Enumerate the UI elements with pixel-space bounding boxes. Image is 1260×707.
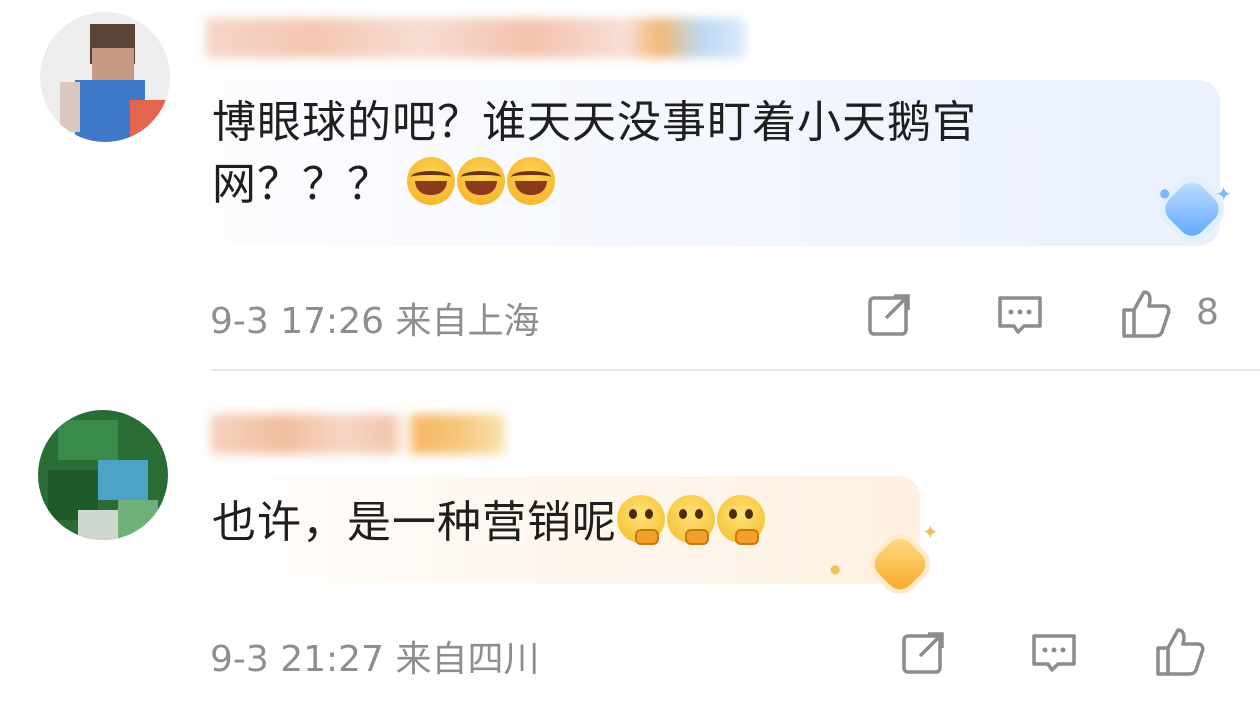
timestamp: 9-3 21:27 <box>210 639 384 680</box>
like-icon[interactable] <box>1152 624 1208 680</box>
comment-body: 也许，是一种营销呢 <box>212 497 617 548</box>
timestamp: 9-3 17:26 <box>210 301 384 342</box>
sparkle-icon: ✦ <box>922 520 939 544</box>
like-icon[interactable] <box>1118 286 1174 342</box>
comment-meta: 9-3 17:26 来自上海 <box>210 292 539 344</box>
sparkle-icon: ✦ <box>1215 182 1232 206</box>
user-avatar[interactable] <box>40 12 170 142</box>
comment-icon[interactable] <box>1026 624 1082 680</box>
comment-text: 博眼球的吧？谁天天没事盯着小天鹅官网？？？ <box>212 92 1112 216</box>
comment-item: 也许，是一种营销呢 ✦ ● 9-3 21:27 来自四川 <box>0 372 1260 707</box>
comment-body: 博眼球的吧？谁天天没事盯着小天鹅官网？？？ <box>212 97 977 210</box>
comment-icon[interactable] <box>992 286 1048 342</box>
comment-item: 博眼球的吧？谁天天没事盯着小天鹅官网？？？ ✦ ● 9-3 17:26 来自上海… <box>0 0 1260 370</box>
laughing-face-icon <box>457 157 505 205</box>
sparkle-icon: ● <box>1159 186 1170 200</box>
comment-meta: 9-3 21:27 来自四川 <box>210 630 539 682</box>
username-blurred[interactable] <box>210 414 505 454</box>
share-icon[interactable] <box>862 286 918 342</box>
share-icon[interactable] <box>896 624 952 680</box>
location: 来自四川 <box>395 639 540 680</box>
thinking-face-icon <box>717 495 765 545</box>
thinking-face-icon <box>667 495 715 545</box>
comment-text: 也许，是一种营销呢 <box>212 492 932 554</box>
like-count: 8 <box>1196 292 1219 333</box>
sparkle-icon: ● <box>830 562 841 576</box>
location: 来自上海 <box>395 301 540 342</box>
username-blurred[interactable] <box>205 18 745 58</box>
laughing-face-icon <box>407 157 455 205</box>
thinking-face-icon <box>617 495 665 545</box>
user-avatar[interactable] <box>38 410 168 540</box>
laughing-face-icon <box>507 157 555 205</box>
divider <box>210 369 1260 371</box>
